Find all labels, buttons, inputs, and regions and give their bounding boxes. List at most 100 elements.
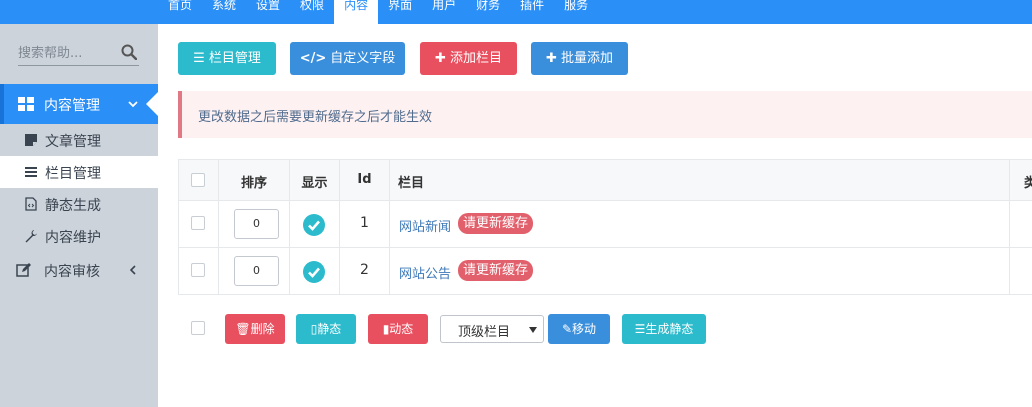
add-column-button[interactable]: ✚ 添加栏目 (420, 42, 517, 75)
bottom-select-all-checkbox[interactable] (191, 321, 205, 335)
column-link[interactable]: 网站公告 (399, 263, 451, 282)
trash-icon: 🗑 (235, 322, 251, 336)
sidebar-group-content-manage[interactable]: 内容管理 (0, 84, 158, 124)
sidebar-item-columns[interactable]: 栏目管理 (0, 156, 158, 188)
nav-item-system[interactable]: 系统 (202, 0, 246, 24)
header-label: 栏目 (398, 176, 425, 191)
static-button[interactable]: ▯静态 (296, 314, 356, 344)
active-indicator (0, 84, 4, 124)
header-sort: 排序 (219, 160, 290, 201)
sort-input[interactable]: 0 (234, 256, 279, 286)
move-button[interactable]: ✎移动 (548, 314, 610, 344)
header-label: 类 (1024, 176, 1032, 191)
row-checkbox[interactable] (191, 263, 205, 277)
search-icon[interactable] (121, 44, 137, 60)
button-label: 删除 (250, 322, 275, 336)
nav-item-services[interactable]: 服务 (554, 0, 598, 24)
header-label: 排序 (240, 176, 267, 191)
alert-text: 更改数据之后需要更新缓存之后才能生效 (198, 110, 433, 125)
button-label: 自定义字段 (330, 51, 396, 66)
column-manage-button[interactable]: ☰ 栏目管理 (178, 42, 276, 75)
sidebar-group-content-review[interactable]: 内容审核 (0, 254, 158, 286)
sidebar-item-label: 文章管理 (45, 134, 101, 150)
sort-input[interactable]: 0 (234, 209, 279, 239)
check-circle-icon[interactable] (303, 261, 325, 283)
nav-item-settings[interactable]: 设置 (246, 0, 290, 24)
cache-alert: 更改数据之后需要更新缓存之后才能生效 (178, 91, 1032, 138)
top-navbar: 首页 系统 设置 权限 内容 界面 用户 财务 插件 服务 (0, 0, 1032, 24)
select-value: 顶级栏目 (458, 325, 511, 340)
search-input[interactable]: 搜索帮助... (18, 42, 82, 61)
header-label: 显示 (301, 176, 328, 191)
nav-item-users[interactable]: 用户 (422, 0, 466, 24)
extra-cell (1010, 248, 1032, 295)
top-nav: 首页 系统 设置 权限 内容 界面 用户 财务 插件 服务 (158, 0, 598, 24)
parent-column-select[interactable]: 顶级栏目 (440, 315, 544, 343)
caret-down-icon (529, 327, 537, 333)
column-cell: 网站新闻 请更新缓存 (390, 201, 1010, 248)
wrench-icon (25, 230, 37, 243)
sidebar-group-label: 内容审核 (44, 264, 100, 280)
plus-icon: ✚ (546, 51, 557, 66)
sidebar: 搜索帮助... 内容管理 文章管理 栏目管理 静态生成 内容维护 内容审核 (0, 24, 158, 407)
generate-static-button[interactable]: ☰生成静态 (622, 314, 706, 344)
sidebar-item-maintenance[interactable]: 内容维护 (0, 220, 158, 252)
nav-item-permissions[interactable]: 权限 (290, 0, 334, 24)
sidebar-item-label: 内容维护 (45, 230, 101, 246)
id-cell: 1 (340, 201, 390, 248)
check-circle-icon[interactable] (303, 214, 325, 236)
edit-icon: ✎ (561, 322, 573, 336)
nav-item-interface[interactable]: 界面 (378, 0, 422, 24)
header-label: Id (357, 172, 372, 187)
header-show: 显示 (290, 160, 340, 201)
sidebar-item-articles[interactable]: 文章管理 (0, 124, 158, 156)
sidebar-item-label: 静态生成 (45, 198, 101, 214)
sort-cell: 0 (219, 248, 290, 295)
sidebar-item-static-gen[interactable]: 静态生成 (0, 188, 158, 220)
button-label: 动态 (389, 322, 414, 336)
nav-item-home[interactable]: 首页 (158, 0, 202, 24)
nav-item-finance[interactable]: 财务 (466, 0, 510, 24)
nav-item-content[interactable]: 内容 (334, 0, 379, 24)
header-extra: 类 (1010, 160, 1032, 201)
sidebar-group-label: 内容管理 (44, 98, 100, 114)
note-icon (25, 134, 37, 146)
plus-icon: ✚ (435, 51, 446, 66)
nav-item-plugins[interactable]: 插件 (510, 0, 554, 24)
extra-cell (1010, 201, 1032, 248)
button-label: 生成静态 (645, 322, 694, 336)
sidebar-search[interactable]: 搜索帮助... (18, 40, 139, 66)
sort-cell: 0 (219, 201, 290, 248)
chevron-left-icon (129, 265, 136, 275)
batch-add-button[interactable]: ✚ 批量添加 (531, 42, 628, 75)
button-label: 添加栏目 (449, 51, 502, 66)
edit-icon (16, 263, 31, 277)
id-value: 1 (360, 215, 369, 231)
code-icon: </> (299, 51, 327, 66)
table-row (178, 248, 219, 295)
show-cell (290, 201, 340, 248)
refresh-cache-badge: 请更新缓存 (458, 260, 534, 281)
chevron-down-icon (128, 101, 138, 108)
header-id: Id (340, 160, 390, 201)
table-row (178, 201, 219, 248)
id-value: 2 (360, 262, 369, 278)
show-cell (290, 248, 340, 295)
select-all-checkbox[interactable] (191, 173, 205, 187)
delete-button[interactable]: 🗑删除 (225, 314, 285, 344)
refresh-cache-badge: 请更新缓存 (458, 213, 534, 234)
id-cell: 2 (340, 248, 390, 295)
column-link[interactable]: 网站新闻 (399, 216, 451, 235)
column-table: 排序 显示 Id 栏目 类 0 1 网站新闻 请更新缓存 0 2 网站公告 请更… (178, 159, 1032, 295)
dynamic-button[interactable]: ▮动态 (368, 314, 428, 344)
row-checkbox[interactable] (191, 216, 205, 230)
grid-icon (18, 97, 34, 111)
button-label: 批量添加 (560, 51, 613, 66)
button-label: 栏目管理 (208, 51, 261, 66)
button-label: 静态 (317, 322, 342, 336)
active-notch (146, 92, 158, 116)
button-label: 移动 (572, 322, 597, 336)
custom-field-button[interactable]: </> 自定义字段 (290, 42, 405, 75)
file-code-icon (25, 197, 37, 211)
list-icon: ☰ (634, 322, 646, 336)
